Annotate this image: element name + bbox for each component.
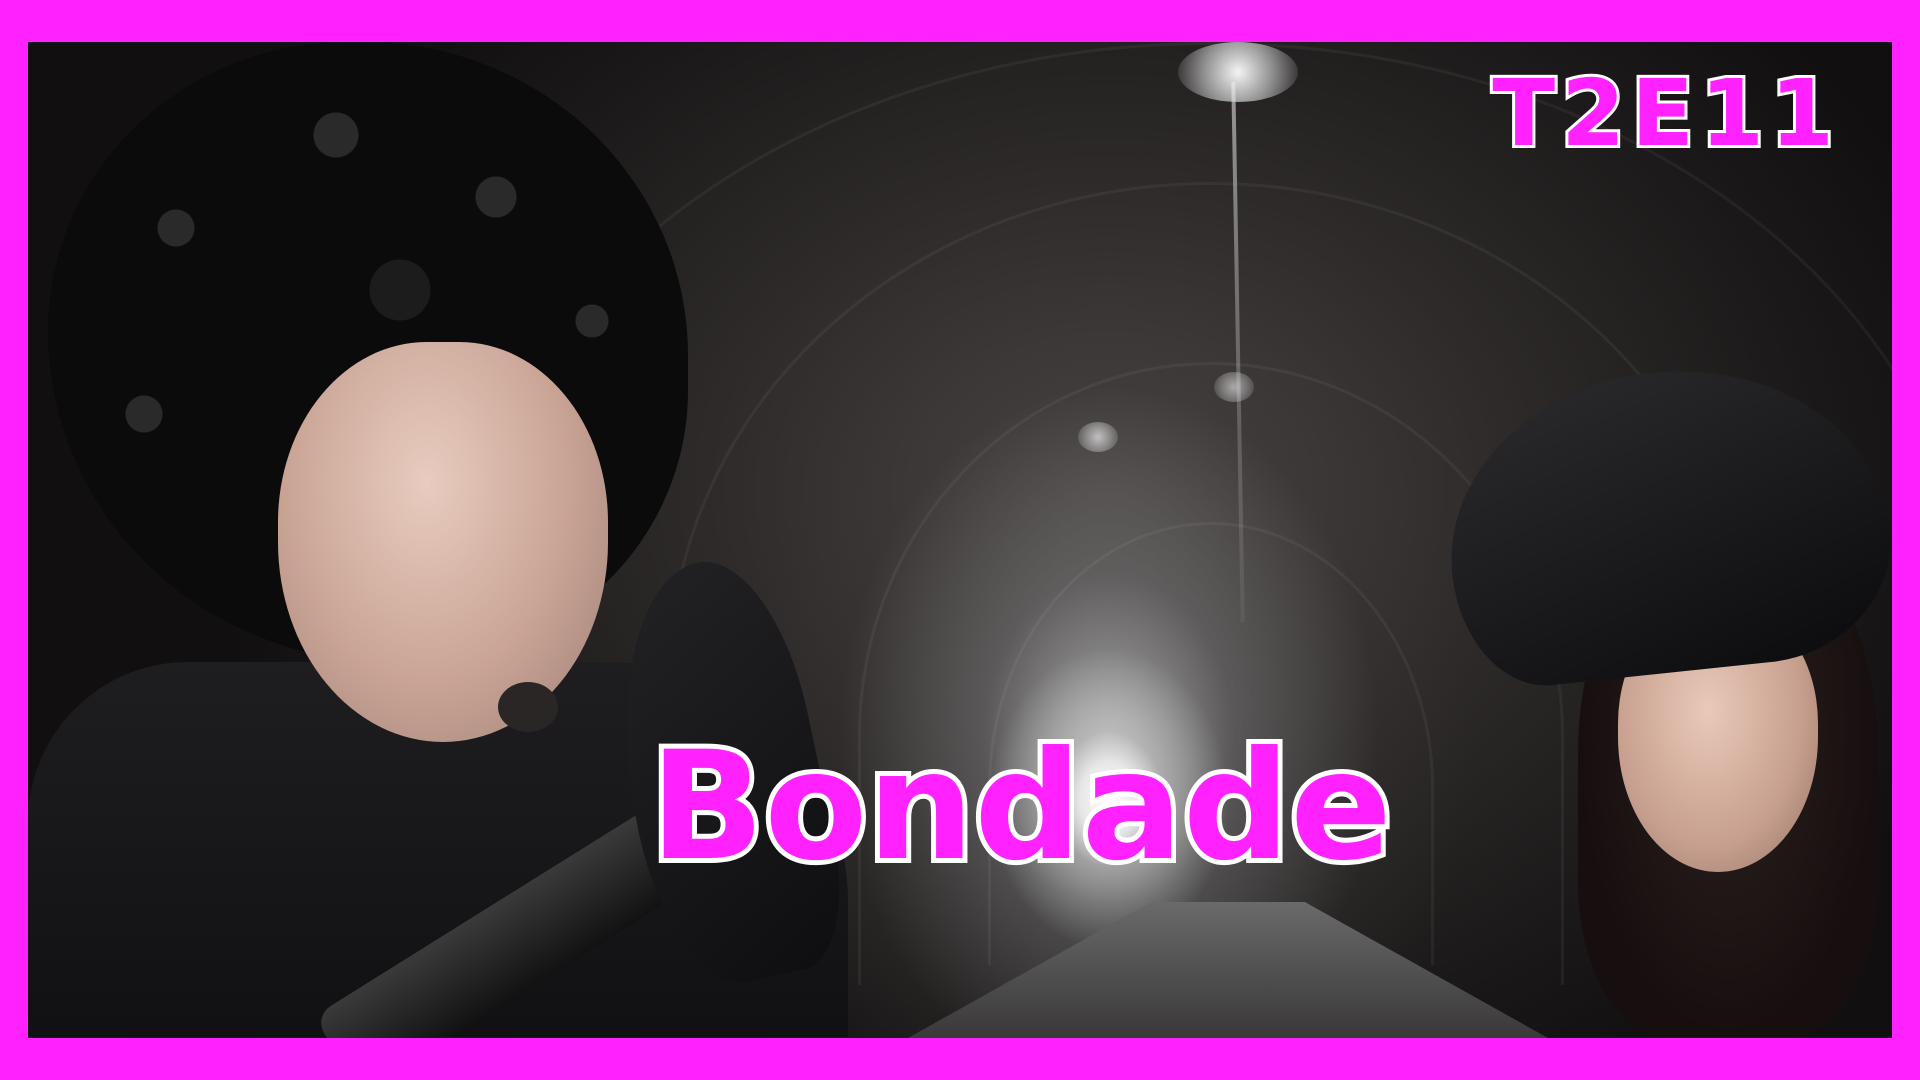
thumbnail-frame: T2E11 Bondade (0, 0, 1920, 1080)
right-character (1428, 349, 1892, 1038)
goatee (498, 682, 558, 732)
left-character-face (278, 342, 608, 742)
episode-code: T2E11 (1489, 57, 1840, 170)
ceiling-lamp (1178, 42, 1298, 102)
episode-title: Bondade (645, 715, 1397, 899)
black-hat (1433, 349, 1892, 695)
ceiling-lamp (1078, 422, 1118, 452)
ceiling-lamp (1214, 372, 1254, 402)
